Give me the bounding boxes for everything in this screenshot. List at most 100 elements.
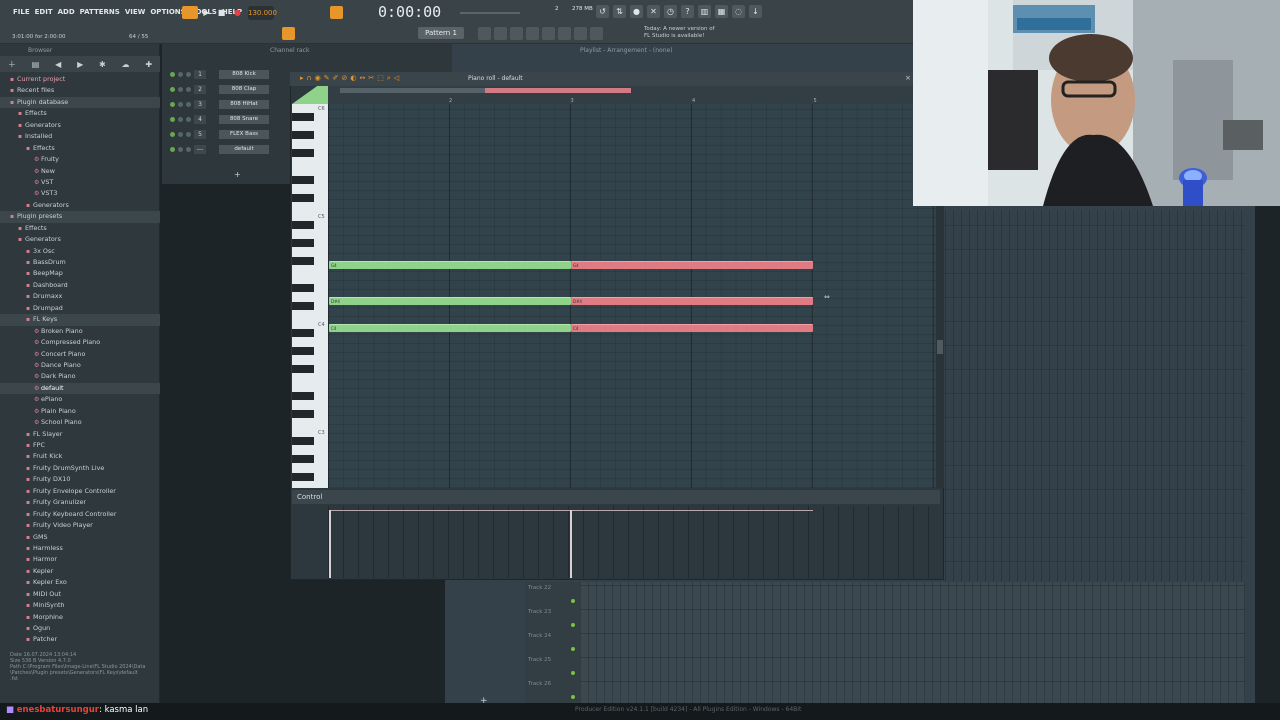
channel-name-button[interactable]: 808 HiHat — [219, 100, 269, 109]
delete-icon[interactable]: ⊘ — [342, 74, 348, 83]
channel-volume-knob[interactable] — [186, 147, 191, 152]
time-marker-region[interactable] — [340, 88, 485, 93]
browser-item[interactable]: ⚙ School Piano — [0, 417, 160, 428]
forward-icon[interactable]: ▶ — [77, 60, 83, 69]
velocity-stem[interactable] — [329, 510, 331, 578]
menu-view[interactable]: VIEW — [124, 8, 147, 16]
star-icon[interactable]: ✱ — [99, 60, 106, 69]
channel-pan-knob[interactable] — [178, 87, 183, 92]
black-key[interactable] — [292, 257, 314, 265]
channel-volume-knob[interactable] — [186, 87, 191, 92]
channel-mute-led[interactable] — [170, 102, 175, 107]
browser-item[interactable]: ▪ Harmor — [0, 554, 160, 565]
channel-row[interactable]: 2 808 Clap — [170, 84, 269, 95]
browser-item[interactable]: ▪ Plugin presets — [0, 211, 160, 223]
browser-item[interactable]: ▪ Fruity Video Player — [0, 520, 160, 531]
browser-item[interactable]: ▪ Kepler — [0, 566, 160, 577]
black-key[interactable] — [292, 392, 314, 400]
browser-item[interactable]: ▪ Harmless — [0, 543, 160, 554]
black-key[interactable] — [292, 113, 314, 121]
black-key[interactable] — [292, 221, 314, 229]
close-icon[interactable]: × — [905, 74, 911, 82]
download-icon[interactable]: ↓ — [749, 5, 762, 18]
browser-item[interactable]: ▪ Fruity Envelope Controller — [0, 486, 160, 497]
browser-item[interactable]: ▪ MiniSynth — [0, 600, 160, 611]
mixer-icon[interactable]: ⇅ — [613, 5, 626, 18]
browser-item[interactable]: ▪ MIDI Out — [0, 589, 160, 600]
tempo-display[interactable]: 130.000 — [248, 6, 277, 20]
black-key[interactable] — [292, 194, 314, 202]
browser-item[interactable]: ▪ FL Keys — [0, 314, 160, 326]
browser-item[interactable]: ▪ 3x Osc — [0, 246, 160, 257]
browser-item[interactable]: ▪ Effects — [0, 223, 160, 234]
midi-note-selected[interactable]: C4 — [571, 324, 813, 332]
browser-item[interactable]: ▪ Effects — [0, 108, 160, 119]
browser-item[interactable]: ▪ GMS — [0, 532, 160, 543]
help-icon[interactable]: ? — [681, 5, 694, 18]
playlist-track-label[interactable]: Track 25 — [528, 657, 551, 663]
menu-patterns[interactable]: PATTERNS — [79, 8, 121, 16]
browser-item[interactable]: ⚙ Plain Piano — [0, 406, 160, 417]
cut-icon[interactable]: ✕ — [647, 5, 660, 18]
browser-item[interactable]: ▪ Generators — [0, 120, 160, 131]
undo-icon[interactable]: ↺ — [596, 5, 609, 18]
browser-item[interactable]: ▪ Plugin database — [0, 96, 160, 109]
browser-item[interactable]: ⚙ Dark Piano — [0, 371, 160, 382]
track-enable-led[interactable] — [571, 671, 575, 675]
velocity-stem[interactable] — [570, 510, 572, 578]
channel-pan-knob[interactable] — [178, 132, 183, 137]
black-key[interactable] — [292, 302, 314, 310]
master-volume-slider[interactable] — [460, 12, 520, 14]
zoom-icon[interactable]: ⌕ — [387, 74, 391, 83]
browser-icon[interactable] — [542, 27, 555, 40]
stamp-icon[interactable]: ◉ — [315, 74, 321, 83]
channel-name-button[interactable]: FLEX Bass — [219, 130, 269, 139]
note-grid[interactable] — [328, 104, 936, 488]
pattern-selector[interactable]: Pattern 1 — [418, 27, 464, 39]
black-key[interactable] — [292, 455, 314, 463]
playlist-grid-lower[interactable] — [580, 582, 1245, 706]
black-key[interactable] — [292, 131, 314, 139]
browser-item[interactable]: ▪ Morphine — [0, 612, 160, 623]
event-editor-lane[interactable] — [328, 506, 936, 578]
browser-item[interactable]: ▪ FL Slayer — [0, 429, 160, 440]
speaker-icon[interactable]: ◁ — [394, 74, 399, 83]
browser-item[interactable]: ⚙ VST3 — [0, 188, 160, 199]
midi-note-selected[interactable]: G4 — [571, 261, 813, 269]
channel-mixer-track[interactable]: 1 — [194, 70, 206, 79]
browser-item[interactable]: ▪ Generators — [0, 200, 160, 211]
back-icon[interactable]: ◀ — [55, 60, 61, 69]
add-icon[interactable]: ＋ — [8, 59, 16, 70]
channel-volume-knob[interactable] — [186, 117, 191, 122]
channel-row[interactable]: 3 808 HiHat — [170, 99, 269, 110]
chat-icon[interactable]: ◌ — [732, 5, 745, 18]
cloud-icon[interactable]: ☁ — [122, 60, 130, 69]
browser-item[interactable]: ⚙ Fruity — [0, 154, 160, 165]
channel-mixer-track[interactable]: 4 — [194, 115, 206, 124]
browser-item[interactable]: ▪ Installed — [0, 131, 160, 142]
channel-volume-knob[interactable] — [186, 102, 191, 107]
browser-item[interactable]: ▪ Patcher — [0, 634, 160, 645]
record-button[interactable]: ● — [231, 6, 244, 19]
browser-item[interactable]: ▪ Effects — [0, 143, 160, 154]
clock-icon[interactable]: ◷ — [664, 5, 677, 18]
piano-icon[interactable]: ▥ — [698, 5, 711, 18]
track-enable-led[interactable] — [571, 695, 575, 699]
playlist-icon[interactable] — [510, 27, 523, 40]
channel-mute-led[interactable] — [170, 117, 175, 122]
menu-arrow-icon[interactable]: ▸ — [300, 74, 304, 83]
select-icon[interactable]: ⬚ — [377, 74, 384, 83]
pin-icon[interactable]: ✚ — [145, 60, 152, 69]
slice-icon[interactable]: ✂ — [368, 74, 374, 83]
scrollbar-thumb[interactable] — [937, 340, 943, 354]
track-enable-led[interactable] — [571, 647, 575, 651]
browser-item[interactable]: ▪ BassDrum — [0, 257, 160, 268]
menu-edit[interactable]: EDIT — [34, 8, 54, 16]
browser-item[interactable]: ▪ Fruit Kick — [0, 451, 160, 462]
browser-item[interactable]: ⚙ ePiano — [0, 394, 160, 405]
channel-mute-led[interactable] — [170, 132, 175, 137]
channel-pan-knob[interactable] — [178, 147, 183, 152]
channel-pan-knob[interactable] — [178, 117, 183, 122]
browser-item[interactable]: ▪ Current project — [0, 74, 160, 85]
browser-item[interactable]: ▪ Recent files — [0, 85, 160, 96]
